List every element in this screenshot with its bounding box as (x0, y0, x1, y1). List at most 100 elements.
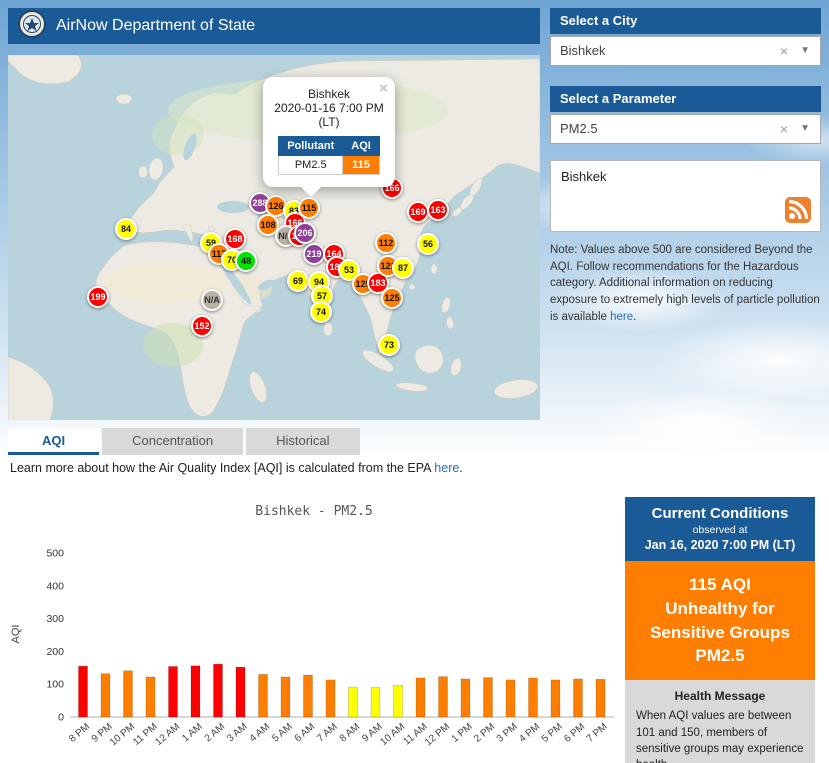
aqi-marker[interactable]: 87 (392, 257, 414, 279)
cc-aqi-block: 115 AQI Unhealthy for Sensitive Groups P… (625, 561, 815, 680)
x-tick-label: 12 PM (423, 721, 452, 748)
popup-aqi-value: 115 (343, 156, 380, 175)
aqi-marker[interactable]: 169 (407, 201, 429, 223)
select-parameter-header: Select a Parameter (550, 86, 821, 112)
tab-bar: AQI Concentration Historical (8, 428, 360, 455)
aqi-bar (574, 679, 583, 717)
aqi-bar (394, 685, 403, 717)
chart-title: Bishkek - PM2.5 (8, 504, 620, 519)
city-select[interactable]: Bishkek × ▼ (550, 36, 821, 66)
x-tick-label: 1 AM (180, 721, 205, 744)
department-of-state-seal-icon (18, 10, 46, 43)
aqi-bar (371, 687, 380, 717)
aqi-bar (214, 664, 223, 717)
rss-box: Bishkek (550, 160, 821, 232)
x-tick-label: 3 AM (225, 721, 250, 744)
aqi-bar (124, 671, 133, 717)
note-here-link[interactable]: here (610, 311, 633, 323)
tab-aqi[interactable]: AQI (8, 428, 99, 455)
y-tick-label: 100 (46, 679, 64, 691)
chevron-down-icon[interactable]: ▼ (800, 115, 810, 143)
aqi-marker[interactable]: 69 (287, 270, 309, 292)
aqi-bar (596, 679, 605, 717)
x-tick-label: 8 AM (338, 721, 363, 744)
aqi-bar-chart: Bishkek - PM2.5 AQI 0 100 200 300 400 500 8 PM… (8, 490, 620, 762)
aqi-bar (281, 677, 290, 717)
world-aqi-map[interactable]: 2881268459168117704810883166N/A166206219… (8, 55, 540, 420)
clear-city-icon[interactable]: × (780, 37, 788, 65)
aqi-marker[interactable]: 199 (87, 286, 109, 308)
chart-ylabel: AQI (10, 574, 22, 694)
aqi-bar (461, 679, 470, 717)
clear-parameter-icon[interactable]: × (780, 115, 788, 143)
x-tick-label: 12 AM (153, 721, 182, 748)
app-header: AirNow Department of State (8, 8, 540, 44)
aqi-bar (79, 666, 88, 717)
aqi-marker[interactable]: 125 (381, 287, 403, 309)
aqi-marker[interactable]: 73 (378, 334, 400, 356)
cc-aqi-category: Unhealthy for Sensitive Groups (639, 597, 801, 645)
popup-close-icon[interactable]: × (379, 80, 388, 97)
aqi-marker[interactable]: N/A (201, 289, 223, 311)
x-tick-label: 7 PM (585, 721, 610, 744)
aqi-marker[interactable]: 152 (191, 315, 213, 337)
aqi-marker[interactable]: 206 (294, 222, 316, 244)
aqi-bar (349, 687, 358, 717)
y-tick-label: 400 (46, 580, 64, 592)
x-tick-label: 2 AM (203, 721, 228, 744)
aqi-marker[interactable]: 115 (298, 197, 320, 219)
aqi-marker[interactable]: 56 (417, 233, 439, 255)
y-tick-label: 300 (46, 613, 64, 625)
aqi-bar (551, 680, 560, 717)
tab-concentration[interactable]: Concentration (102, 428, 243, 455)
rss-feed-icon[interactable] (785, 197, 811, 223)
epa-here-link[interactable]: here (434, 461, 459, 475)
x-tick-label: 7 AM (315, 721, 340, 744)
cc-observed-time: Jan 16, 2020 7:00 PM (LT) (629, 538, 811, 552)
x-tick-label: 3 PM (495, 721, 520, 744)
parameter-select[interactable]: PM2.5 × ▼ (550, 114, 821, 144)
aqi-marker[interactable]: 163 (427, 199, 449, 221)
aqi-bar (416, 678, 425, 717)
aqi-bar (191, 666, 200, 717)
y-tick-label: 500 (46, 548, 64, 560)
health-message-header: Health Message (625, 680, 815, 708)
x-tick-label: 11 PM (131, 721, 160, 748)
cc-observed-label: observed at (629, 524, 811, 536)
y-tick-label: 200 (46, 646, 64, 658)
popup-col-pollutant: Pollutant (279, 137, 343, 156)
learn-more-suffix: . (459, 461, 462, 475)
aqi-bar (169, 666, 178, 717)
city-select-value: Bishkek (560, 43, 606, 58)
x-tick-label: 5 AM (270, 721, 295, 744)
aqi-bar (236, 667, 245, 717)
aqi-bar (506, 680, 515, 717)
x-tick-label: 6 PM (562, 721, 587, 744)
tab-historical[interactable]: Historical (246, 428, 359, 455)
x-tick-label: 10 AM (378, 721, 407, 748)
popup-city: Bishkek (269, 87, 389, 101)
aqi-marker[interactable]: 219 (303, 243, 325, 265)
cc-title: Current Conditions (629, 505, 811, 522)
aqi-marker[interactable]: 112 (375, 232, 397, 254)
y-tick-label: 0 (58, 712, 64, 724)
chevron-down-icon[interactable]: ▼ (800, 37, 810, 65)
aqi-marker[interactable]: 84 (115, 218, 137, 240)
parameter-select-value: PM2.5 (560, 121, 598, 136)
aqi-bar (326, 680, 335, 717)
aqi-marker[interactable]: 48 (235, 250, 257, 272)
aqi-marker[interactable]: 74 (310, 301, 332, 323)
note-suffix: . (633, 311, 636, 323)
select-city-header: Select a City (550, 8, 821, 34)
cc-health-block: Health Message When AQI values are betwe… (625, 680, 815, 763)
health-message-text: When AQI values are between 101 and 150,… (625, 708, 815, 763)
x-tick-label: 8 PM (67, 721, 92, 744)
page: AirNow Department of State (0, 0, 829, 763)
map-popup: × Bishkek 2020-01-16 7:00 PM (LT) Pollut… (263, 77, 395, 187)
popup-pollutant-value: PM2.5 (279, 156, 343, 175)
popup-datetime: 2020-01-16 7:00 PM (LT) (269, 101, 389, 129)
x-tick-label: 2 PM (472, 721, 497, 744)
popup-tail (301, 187, 321, 197)
aqi-bar (304, 675, 313, 717)
learn-more-sentence: Learn more about how the Air Quality Ind… (10, 461, 434, 475)
